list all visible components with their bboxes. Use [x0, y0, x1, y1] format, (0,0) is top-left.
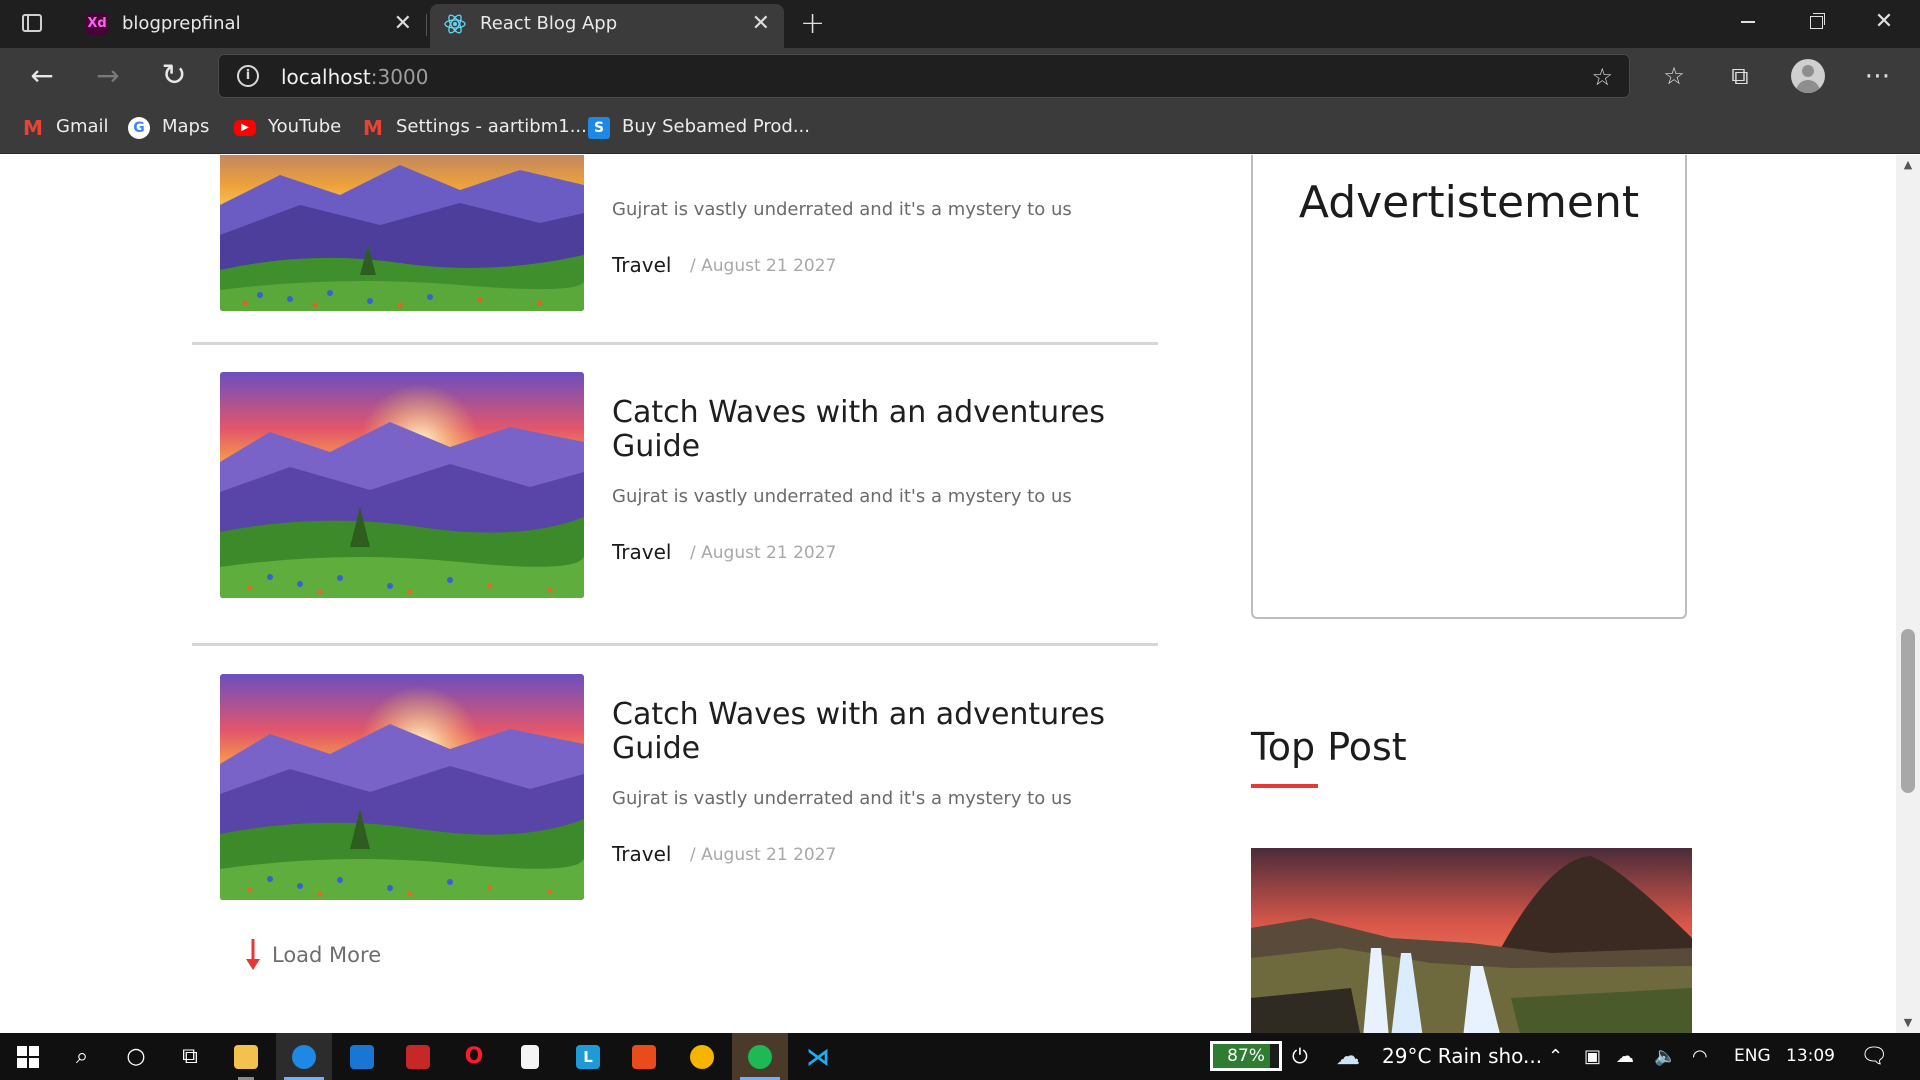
post-excerpt: Gujrat is vastly underrated and it's a m… [612, 486, 1072, 507]
language-indicator[interactable]: ENG [1734, 1033, 1771, 1080]
post-excerpt: Gujrat is vastly underrated and it's a m… [612, 199, 1072, 220]
power-plug-icon[interactable]: ⏻ [1292, 1033, 1308, 1080]
mcafee-shield-icon[interactable] [390, 1033, 446, 1080]
collections-icon[interactable]: ⧉ [1722, 58, 1758, 94]
battery-indicator[interactable]: 87% [1210, 1041, 1282, 1071]
post-excerpt: Gujrat is vastly underrated and it's a m… [612, 788, 1072, 809]
windows-taskbar: ⌕ ○ ⧉ O L ⋊ 87% ⏻ ☁ 29°C Rain sho... ⌃ ▣… [0, 1033, 1920, 1080]
minimize-window-icon[interactable] [1714, 0, 1782, 44]
post-category[interactable]: Travel [612, 842, 671, 866]
lync-app-icon[interactable]: L [560, 1033, 616, 1080]
tab-blogprepfinal[interactable]: Xd blogprepfinal ✕ [72, 0, 427, 48]
sunrise-mountain-image [220, 674, 584, 900]
post-date: / August 21 2027 [690, 256, 837, 276]
post-thumbnail[interactable] [220, 674, 584, 900]
office-icon[interactable] [616, 1033, 672, 1080]
wifi-icon[interactable]: ◠ [1692, 1033, 1708, 1080]
reload-icon[interactable]: ↻ [154, 56, 194, 96]
volume-icon[interactable]: 🔈 [1654, 1033, 1676, 1080]
show-hidden-icons-chevron-icon[interactable]: ⌃ [1548, 1033, 1563, 1080]
new-tab-plus-icon[interactable]: + [800, 6, 825, 41]
bookmarks-bar: M Gmail G Maps ▶ YouTube M Settings - aa… [0, 104, 1920, 154]
blog-page: Gujrat is vastly underrated and it's a m… [0, 155, 1920, 1033]
more-options-icon[interactable]: ⋯ [1860, 58, 1896, 94]
restore-window-icon[interactable] [1782, 0, 1850, 44]
url-text[interactable]: localhost:3000 [281, 65, 428, 89]
file-explorer-icon[interactable] [218, 1033, 274, 1080]
weather-cloud-icon[interactable]: ☁ [1336, 1033, 1360, 1080]
close-window-icon[interactable]: ✕ [1850, 0, 1918, 44]
vscode-icon[interactable]: ⋊ [790, 1033, 846, 1080]
tab-title: blogprepfinal [122, 13, 241, 34]
post-title[interactable]: Catch Waves with an adventures Guide [612, 396, 1132, 464]
clock[interactable]: 13:09 [1786, 1033, 1835, 1080]
browser-title-bar: Xd blogprepfinal ✕ React Blog App ✕ + ✕ [0, 0, 1920, 48]
close-tab-icon[interactable]: ✕ [752, 11, 770, 36]
post-category[interactable]: Travel [612, 253, 671, 277]
post-category[interactable]: Travel [612, 540, 671, 564]
mountain-landscape-image [220, 155, 584, 311]
scrollbar-thumb[interactable] [1901, 629, 1915, 793]
gmail-icon: M [23, 116, 43, 140]
profile-avatar-icon[interactable] [1790, 58, 1826, 94]
adobe-xd-icon: Xd [86, 13, 108, 35]
google-icon: G [128, 117, 150, 139]
add-favorite-star-icon[interactable]: ☆ [1591, 63, 1613, 91]
post-date: / August 21 2027 [690, 845, 837, 865]
chrome-icon[interactable] [674, 1033, 730, 1080]
react-icon [444, 13, 466, 35]
notifications-icon[interactable]: 🗨 [1860, 1033, 1888, 1080]
sunrise-mountain-image [220, 372, 584, 598]
address-bar[interactable]: i localhost:3000 ☆ [218, 54, 1630, 98]
mail-icon[interactable] [334, 1033, 390, 1080]
post-thumbnail[interactable] [220, 372, 584, 598]
task-view-icon[interactable]: ⧉ [162, 1033, 218, 1080]
edge-browser-icon[interactable] [276, 1033, 332, 1080]
search-icon[interactable]: ⌕ [54, 1033, 110, 1080]
post-date: / August 21 2027 [690, 543, 837, 563]
onedrive-cloud-icon[interactable]: ☁ [1616, 1033, 1634, 1080]
spotify-icon[interactable] [732, 1033, 788, 1080]
gmail-icon: M [363, 116, 383, 140]
waterfall-mountain-image [1251, 848, 1692, 1033]
advertisement-title: Advertistement [1298, 177, 1640, 228]
weather-text[interactable]: 29°C Rain sho... [1382, 1033, 1542, 1080]
post-divider [192, 643, 1158, 646]
page-scrollbar[interactable]: ▲ ▼ [1896, 155, 1920, 1033]
sebamed-icon: S [588, 117, 610, 139]
heading-underline [1251, 784, 1318, 788]
document-file-icon[interactable] [502, 1033, 558, 1080]
top-post-heading: Top Post [1251, 725, 1407, 769]
tab-react-blog-app[interactable]: React Blog App ✕ [430, 4, 784, 48]
forward-arrow-icon[interactable]: → [88, 56, 128, 96]
meet-now-icon[interactable]: ▣ [1584, 1033, 1601, 1080]
favorites-list-icon[interactable]: ☆ [1656, 58, 1692, 94]
down-arrow-icon [246, 939, 260, 971]
cortana-circle-icon[interactable]: ○ [108, 1033, 164, 1080]
scroll-down-arrow-icon[interactable]: ▼ [1896, 1013, 1920, 1033]
tab-title: React Blog App [480, 13, 618, 34]
opera-icon[interactable]: O [446, 1033, 502, 1080]
post-title[interactable]: Catch Waves with an adventures Guide [612, 698, 1132, 766]
advertisement-box[interactable]: Advertistement [1251, 155, 1687, 619]
start-windows-icon[interactable] [0, 1033, 56, 1080]
back-arrow-icon[interactable]: ← [22, 56, 62, 96]
tab-actions-menu-icon[interactable] [18, 11, 46, 37]
scroll-up-arrow-icon[interactable]: ▲ [1896, 155, 1920, 175]
site-info-icon[interactable]: i [237, 65, 259, 87]
top-post-image[interactable] [1251, 848, 1692, 1033]
close-tab-icon[interactable]: ✕ [394, 11, 412, 36]
post-divider [192, 342, 1158, 345]
post-thumbnail[interactable] [220, 155, 584, 311]
youtube-icon: ▶ [234, 120, 256, 136]
browser-toolbar: ← → ↻ i localhost:3000 ☆ ☆ ⧉ ⋯ [0, 48, 1920, 104]
